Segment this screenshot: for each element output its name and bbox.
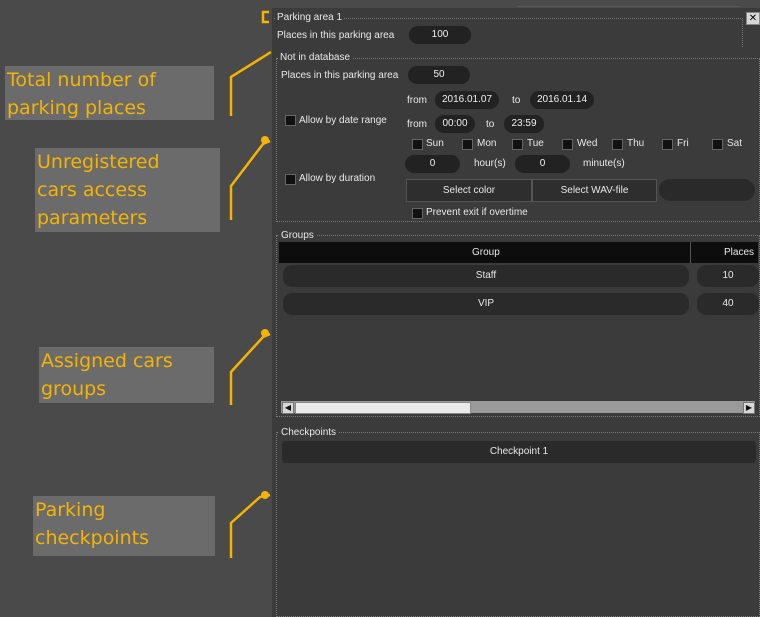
annotation-checkpoints: Parking checkpoints bbox=[33, 496, 215, 556]
annotation-assigned-groups: Assigned cars groups bbox=[39, 347, 214, 403]
annotation-total-places: Total number of parking places bbox=[5, 66, 214, 120]
annotation-unregistered: Unregistered cars access parameters bbox=[35, 148, 220, 232]
